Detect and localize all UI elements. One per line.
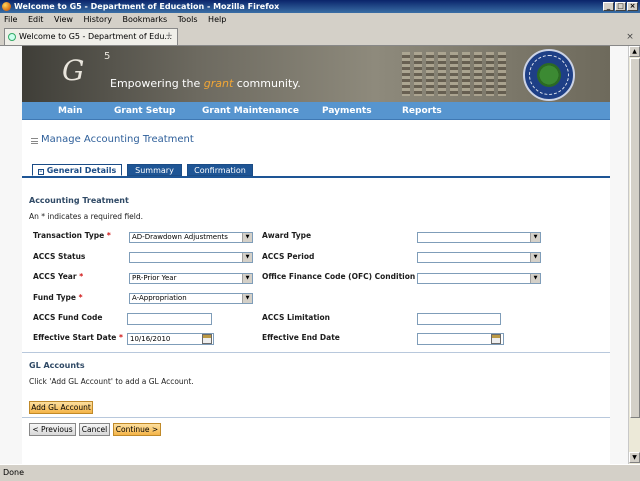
previous-button[interactable]: < Previous [29,423,76,436]
accs-period-select[interactable]: ▼ [417,252,541,263]
award-type-label: Award Type [262,231,312,240]
menu-history[interactable]: History [80,13,116,26]
accs-status-label: ACCS Status [33,252,86,261]
main-nav: Main Grant Setup Grant Maintenance Payme… [22,102,610,120]
content-viewport: G 5 Empowering the grant community. Main… [0,46,628,464]
accs-year-value: PR-Prior Year [132,274,177,282]
menu-help[interactable]: Help [204,13,230,26]
window-title: Welcome to G5 - Department of Education … [14,2,280,11]
nav-reports[interactable]: Reports [402,102,442,120]
calendar-icon[interactable] [202,334,212,344]
tab-confirmation[interactable]: Confirmation [187,164,253,176]
page-title-icon [31,138,38,144]
effective-end-label: Effective End Date [262,333,340,342]
transaction-type-value: AD-Drawdown Adjustments [132,233,228,241]
scroll-thumb[interactable] [630,58,640,418]
transaction-type-label: Transaction Type * [33,231,111,240]
browser-tab[interactable]: Welcome to G5 - Department of Edu... [4,28,178,45]
window-title-bar: Welcome to G5 - Department of Education … [0,0,640,13]
ofc-condition-select[interactable]: ▼ [417,273,541,284]
page-favicon-icon [8,33,16,41]
slogan: Empowering the grant community. [110,77,301,90]
accs-fund-code-input[interactable] [127,313,212,325]
fund-type-select[interactable]: A-Appropriation ▼ [129,293,253,304]
nav-grant-maintenance[interactable]: Grant Maintenance [202,102,299,120]
fund-type-label: Fund Type * [33,293,83,302]
divider [22,352,610,353]
tab-underline [22,176,610,178]
slogan-accent: grant [203,77,234,90]
accs-status-select[interactable]: ▼ [129,252,253,263]
slogan-pre: Empowering the [110,77,204,90]
browser-tab-label: Welcome to G5 - Department of Edu... [19,32,173,41]
continue-button[interactable]: Continue > [113,423,161,436]
nav-payments[interactable]: Payments [322,102,372,120]
tab-general-details[interactable]: – General Details [32,164,122,176]
tab-general-label: General Details [46,166,117,175]
department-seal-icon [523,49,575,101]
chevron-down-icon: ▼ [530,253,540,262]
accs-limitation-label: ACCS Limitation [262,313,330,322]
chevron-down-icon: ▼ [242,274,252,283]
gl-accounts-title: GL Accounts [29,361,85,370]
accs-year-select[interactable]: PR-Prior Year ▼ [129,273,253,284]
chevron-down-icon: ▼ [242,233,252,242]
calendar-icon[interactable] [491,334,501,344]
slogan-post: community. [233,77,301,90]
accs-fund-code-label: ACCS Fund Code [33,313,103,322]
menu-view[interactable]: View [50,13,77,26]
chevron-down-icon: ▼ [530,274,540,283]
chevron-down-icon: ▼ [530,233,540,242]
header-banner: G 5 Empowering the grant community. [22,46,610,102]
firefox-icon [2,2,11,11]
collapse-box-icon: – [37,168,44,175]
accs-year-label: ACCS Year * [33,272,84,281]
effective-start-input[interactable]: 10/16/2010 [127,333,214,345]
status-bar: Done [0,464,640,480]
transaction-type-select[interactable]: AD-Drawdown Adjustments ▼ [129,232,253,243]
vertical-scrollbar[interactable]: ▲ ▼ [628,46,640,464]
scroll-down-icon[interactable]: ▼ [629,452,640,463]
chevron-down-icon: ▼ [242,294,252,303]
menu-tools[interactable]: Tools [174,13,202,26]
g5-logo-sup: 5 [104,51,111,62]
menu-edit[interactable]: Edit [24,13,48,26]
divider [22,417,610,418]
close-tab-button[interactable]: × [624,31,636,43]
award-type-select[interactable]: ▼ [417,232,541,243]
accs-limitation-input[interactable] [417,313,501,325]
g5-page: G 5 Empowering the grant community. Main… [22,46,610,464]
menu-bar: File Edit View History Bookmarks Tools H… [0,13,640,26]
effective-start-label: Effective Start Date * [33,333,123,342]
new-tab-button[interactable]: + [163,30,175,42]
nav-grant-setup[interactable]: Grant Setup [114,102,175,120]
cancel-button[interactable]: Cancel [79,423,110,436]
gl-accounts-hint: Click 'Add GL Account' to add a GL Accou… [29,377,194,386]
menu-file[interactable]: File [0,13,21,26]
accs-period-label: ACCS Period [262,252,315,261]
menu-bookmarks[interactable]: Bookmarks [119,13,172,26]
chevron-down-icon: ▼ [242,253,252,262]
ofc-condition-label: Office Finance Code (OFC) Condition [262,272,416,281]
maximize-button[interactable]: □ [615,2,626,11]
minimize-button[interactable]: _ [603,2,614,11]
close-window-button[interactable]: × [627,2,638,11]
add-gl-account-button[interactable]: Add GL Account [29,401,93,414]
scroll-up-icon[interactable]: ▲ [629,46,640,57]
accounting-section-title: Accounting Treatment [29,196,129,205]
nav-main[interactable]: Main [58,102,83,120]
tab-summary[interactable]: Summary [127,164,182,176]
g5-logo-letter: G [62,54,84,87]
page-title: Manage Accounting Treatment [41,134,194,145]
required-note: An * indicates a required field. [29,212,144,221]
fund-type-value: A-Appropriation [132,294,187,302]
